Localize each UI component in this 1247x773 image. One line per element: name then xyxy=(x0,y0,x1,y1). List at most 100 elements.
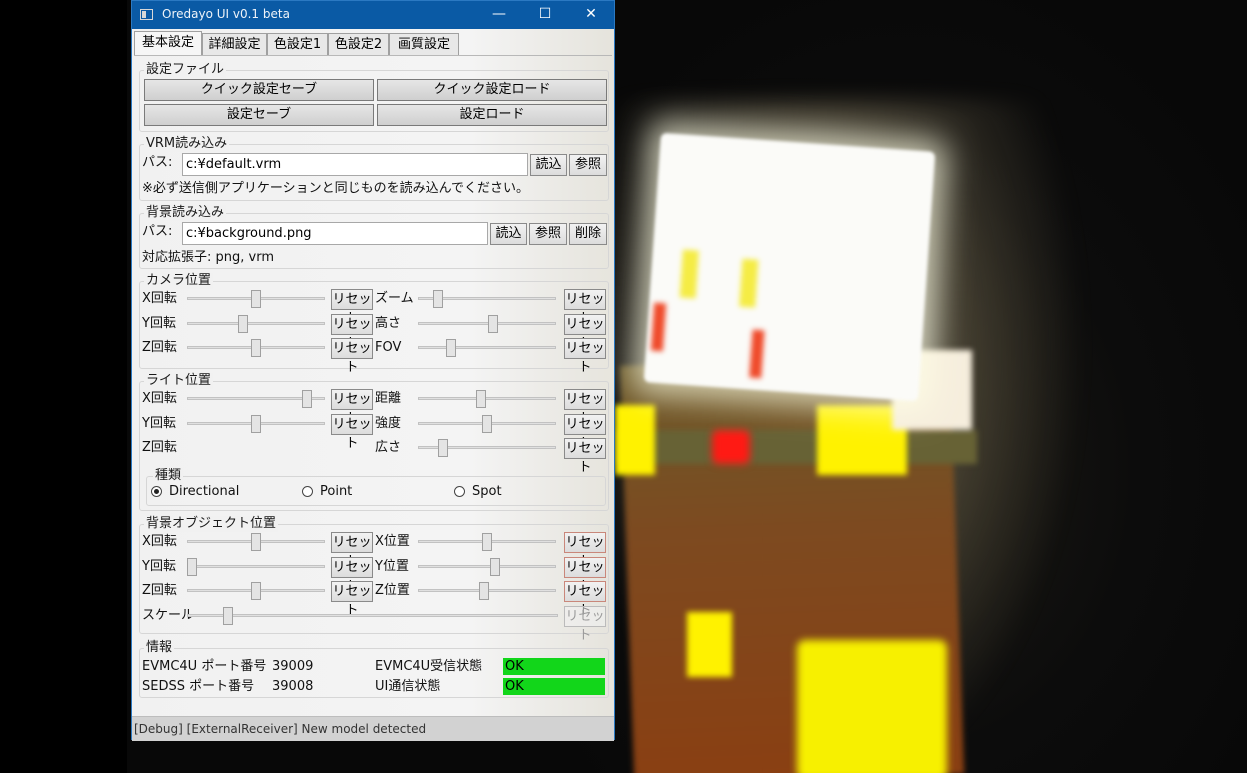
background-browse-button[interactable]: 参照 xyxy=(529,223,567,245)
slider-track xyxy=(187,321,325,325)
light-left-reset-button[interactable]: リセット xyxy=(331,389,373,426)
bgobject-scale-slider[interactable] xyxy=(187,606,558,625)
bgobject-left-label: Z回転 xyxy=(142,583,177,599)
slider-thumb[interactable] xyxy=(479,582,490,601)
background-path-input[interactable]: c:¥background.png xyxy=(182,222,488,245)
vrm-path-input[interactable]: c:¥default.vrm xyxy=(182,153,528,176)
camera-right-slider[interactable] xyxy=(418,339,556,358)
slider-thumb[interactable] xyxy=(433,290,444,308)
radio-spot[interactable] xyxy=(454,486,465,497)
info-group: 情報 EVMC4U ポート番号 39009 SEDSS ポート番号 39008 … xyxy=(139,640,609,698)
radio-point[interactable] xyxy=(302,486,313,497)
radio-directional-label[interactable]: Directional xyxy=(169,484,239,500)
tab-color1[interactable]: 色設定1 xyxy=(267,33,328,55)
light-right-reset-button[interactable]: リセット xyxy=(564,389,606,426)
light-right-reset-button[interactable]: リセット xyxy=(564,413,606,451)
light-left-label: Z回転 xyxy=(142,440,177,456)
title-bar[interactable]: Oredayo UI v0.1 beta — ☐ ✕ xyxy=(132,1,614,29)
load-settings-button[interactable]: 設定ロード xyxy=(377,104,607,126)
background-load-button[interactable]: 読込 xyxy=(490,223,527,245)
slider-thumb[interactable] xyxy=(251,339,261,358)
save-settings-button[interactable]: 設定セーブ xyxy=(144,104,374,126)
slider-thumb[interactable] xyxy=(446,339,457,358)
slider-thumb[interactable] xyxy=(488,314,499,333)
bgobject-right-reset-button[interactable]: リセット xyxy=(564,581,606,618)
bgobject-left-label: Y回転 xyxy=(142,558,176,574)
camera-right-reset-button[interactable]: リセット xyxy=(564,338,606,375)
light-left-label: Y回転 xyxy=(142,415,176,431)
light-left-slider[interactable] xyxy=(187,414,325,433)
bgobject-right-reset-button[interactable]: リセット xyxy=(564,532,606,569)
evmc-port-label: EVMC4U ポート番号 xyxy=(142,659,267,674)
quick-save-button[interactable]: クイック設定セーブ xyxy=(144,79,374,101)
tab-detail[interactable]: 詳細設定 xyxy=(202,33,267,55)
slider-thumb[interactable] xyxy=(438,439,449,458)
vrm-load-button[interactable]: 読込 xyxy=(530,154,567,176)
light-right-slider[interactable] xyxy=(418,414,556,433)
bgobject-left-label: X回転 xyxy=(142,534,177,549)
light-right-label: 広さ xyxy=(375,440,402,456)
slider-thumb[interactable] xyxy=(251,414,261,433)
bgobject-right-slider[interactable] xyxy=(418,582,556,601)
light-right-slider[interactable] xyxy=(418,390,556,408)
bgobject-left-reset-button[interactable]: リセット xyxy=(331,556,373,594)
slider-thumb[interactable] xyxy=(475,390,486,408)
left-black-margin xyxy=(0,0,127,773)
minimize-button[interactable]: — xyxy=(476,1,522,29)
slider-thumb[interactable] xyxy=(482,414,492,433)
vrm-browse-button[interactable]: 参照 xyxy=(569,154,607,176)
camera-left-reset-button[interactable]: リセット xyxy=(331,338,373,375)
tab-quality[interactable]: 画質設定 xyxy=(389,33,459,55)
bgobject-left-slider[interactable] xyxy=(187,582,325,601)
radio-directional[interactable] xyxy=(151,486,162,497)
maximize-button[interactable]: ☐ xyxy=(522,1,568,29)
camera-right-slider[interactable] xyxy=(418,314,556,333)
camera-right-reset-button[interactable]: リセット xyxy=(564,289,606,326)
tab-color2[interactable]: 色設定2 xyxy=(328,33,389,55)
light-right-label: 距離 xyxy=(375,391,402,406)
radio-point-label[interactable]: Point xyxy=(320,484,352,500)
light-right-slider[interactable] xyxy=(418,439,556,458)
slider-thumb[interactable] xyxy=(489,557,500,576)
bgobject-right-label: Y位置 xyxy=(375,558,409,574)
bgobject-scale-reset-button[interactable]: リセット xyxy=(564,605,606,643)
camera-right-label: ズーム xyxy=(375,291,414,306)
background-delete-button[interactable]: 削除 xyxy=(569,223,607,245)
light-left-reset-button[interactable]: リセット xyxy=(331,413,373,451)
slider-thumb[interactable] xyxy=(302,390,313,408)
light-left-slider[interactable] xyxy=(187,390,325,408)
bgobject-left-slider[interactable] xyxy=(187,557,325,576)
bgobject-right-slider[interactable] xyxy=(418,557,556,576)
bgobject-right-reset-button[interactable]: リセット xyxy=(564,556,606,594)
slider-thumb[interactable] xyxy=(187,557,197,576)
camera-left-reset-button[interactable]: リセット xyxy=(331,289,373,326)
sedss-port-value: 39008 xyxy=(272,679,314,694)
bgobject-right-slider[interactable] xyxy=(418,533,556,551)
light-right-reset-button[interactable]: リセット xyxy=(564,438,606,475)
slider-track xyxy=(418,321,556,325)
character-cheek xyxy=(749,329,765,379)
light-right-label: 強度 xyxy=(375,415,402,431)
camera-right-reset-button[interactable]: リセット xyxy=(564,313,606,351)
quick-load-button[interactable]: クイック設定ロード xyxy=(377,79,607,101)
camera-left-slider[interactable] xyxy=(187,339,325,358)
slider-track xyxy=(418,346,556,350)
bgobject-left-reset-button[interactable]: リセット xyxy=(331,581,373,618)
slider-thumb[interactable] xyxy=(223,606,234,625)
slider-thumb[interactable] xyxy=(251,533,261,551)
camera-left-reset-button[interactable]: リセット xyxy=(331,313,373,351)
radio-spot-label[interactable]: Spot xyxy=(472,484,502,500)
slider-thumb[interactable] xyxy=(482,533,492,551)
slider-thumb[interactable] xyxy=(238,314,249,333)
camera-right-slider[interactable] xyxy=(418,290,556,308)
bgobject-right-label: X位置 xyxy=(375,534,410,549)
slider-thumb[interactable] xyxy=(251,290,261,308)
camera-right-label: 高さ xyxy=(375,315,402,331)
camera-left-slider[interactable] xyxy=(187,290,325,308)
tab-basic[interactable]: 基本設定 xyxy=(134,31,202,56)
bgobject-left-reset-button[interactable]: リセット xyxy=(331,532,373,569)
camera-left-slider[interactable] xyxy=(187,314,325,333)
bgobject-left-slider[interactable] xyxy=(187,533,325,551)
slider-thumb[interactable] xyxy=(251,582,261,601)
close-button[interactable]: ✕ xyxy=(568,1,614,29)
